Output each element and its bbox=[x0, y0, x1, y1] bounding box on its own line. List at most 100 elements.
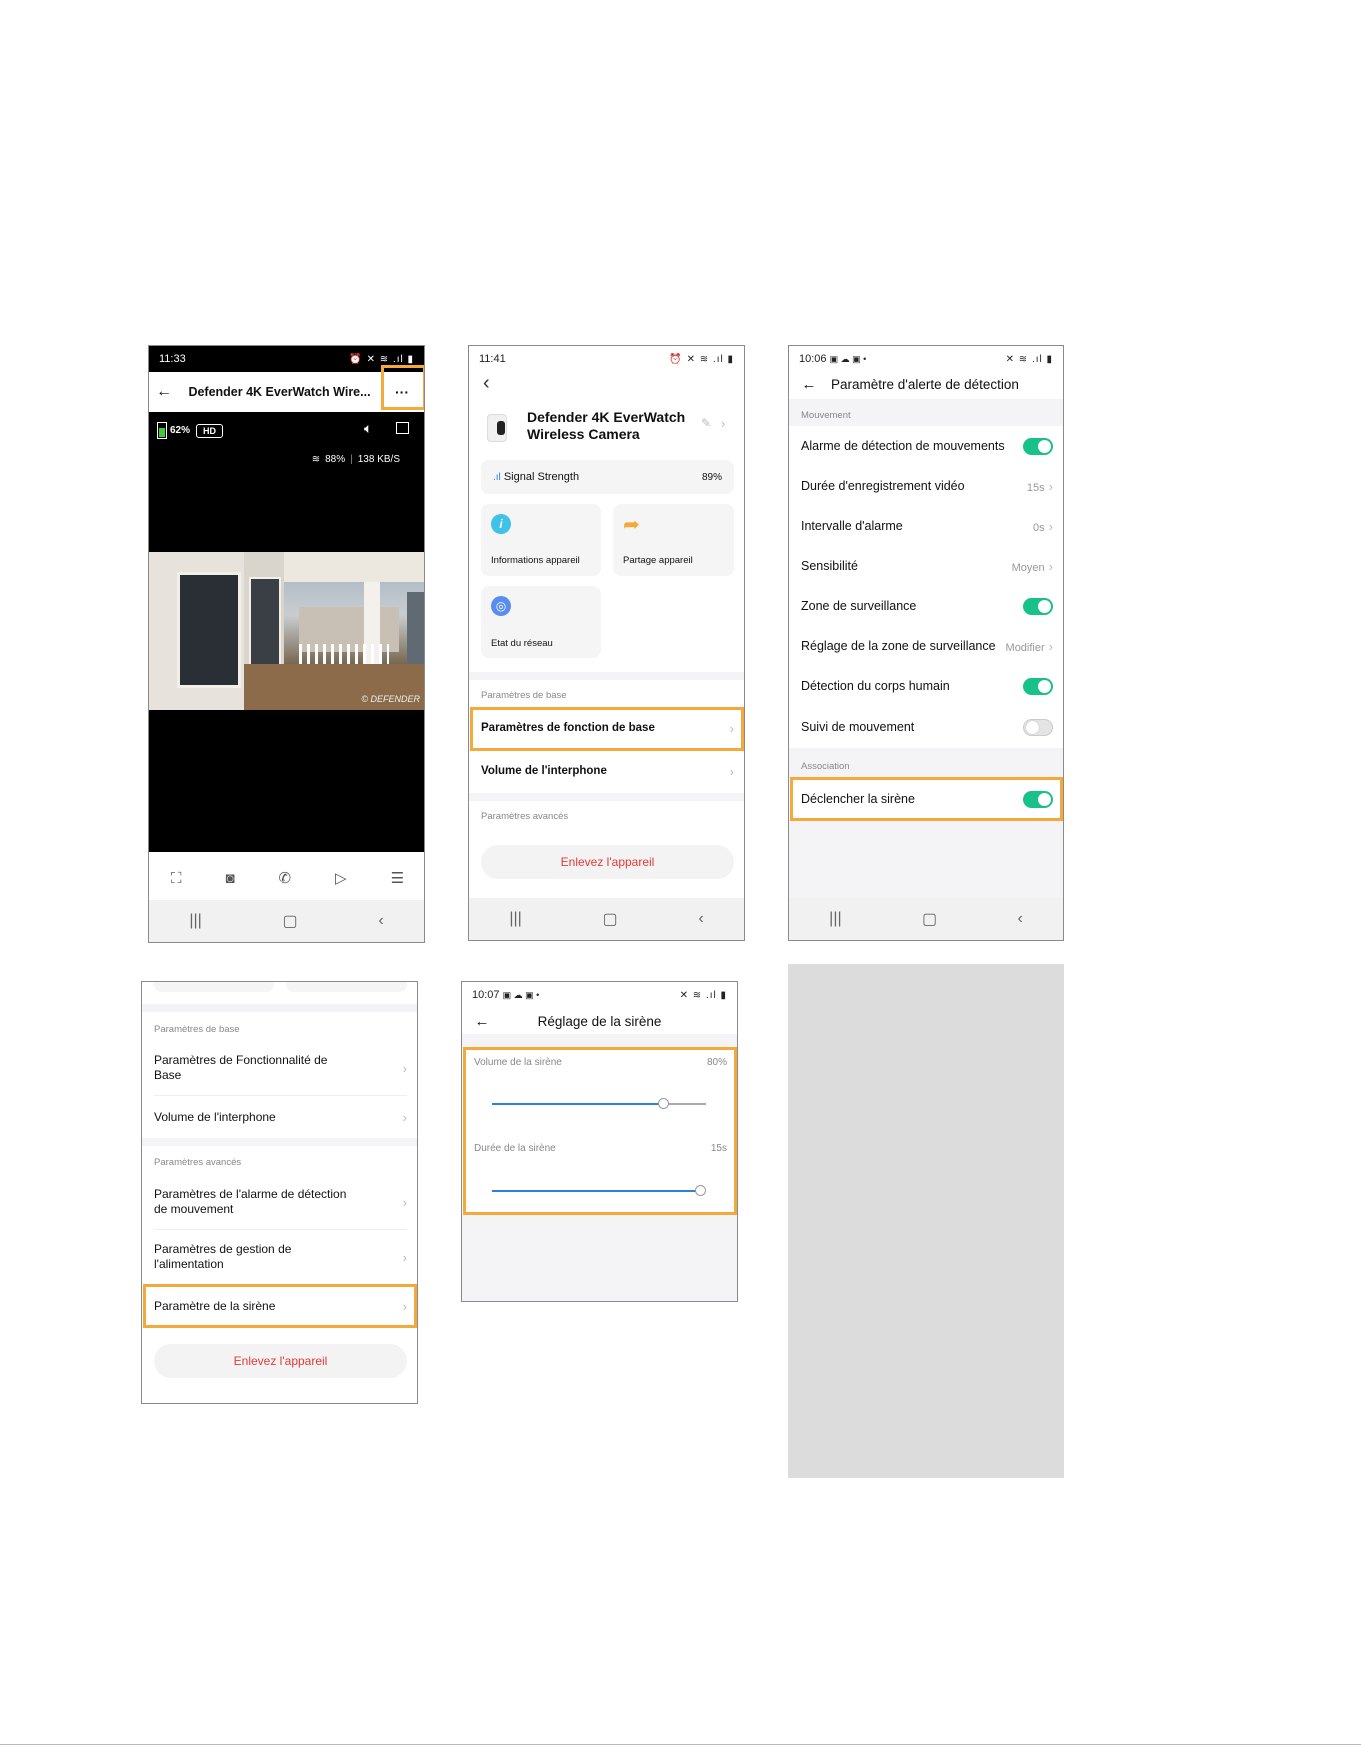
layout-icon[interactable] bbox=[396, 422, 409, 434]
page-bottom-rule bbox=[0, 1744, 1361, 1745]
setting-row[interactable]: Suivi de mouvement bbox=[789, 706, 1063, 748]
status-icons: ⏰ ✕ ≋ .ıl ▮ bbox=[349, 353, 414, 365]
setting-row[interactable]: Intervalle d'alarme 0s › bbox=[789, 506, 1063, 546]
siren-trigger-row[interactable]: Déclencher la sirène bbox=[789, 778, 1063, 820]
page-title: Paramètre d'alerte de détection bbox=[831, 376, 1019, 392]
section-label: Paramètres de base bbox=[154, 1024, 240, 1035]
volume-slider-fill bbox=[492, 1103, 664, 1105]
fullscreen-icon[interactable]: ⛶ bbox=[171, 870, 182, 887]
duration-slider[interactable] bbox=[492, 1185, 706, 1196]
row-label: Détection du corps humain bbox=[801, 679, 950, 693]
row-label: Volume de l'interphone bbox=[154, 1110, 276, 1124]
setting-row[interactable]: Zone de surveillance bbox=[789, 586, 1063, 626]
row-label: Paramètre de la sirène bbox=[154, 1299, 276, 1313]
status-bar: 11:41 ⏰ ✕ ≋ .ıl ▮ bbox=[469, 346, 744, 372]
device-name: Defender 4K EverWatch Wireless Camera bbox=[527, 409, 686, 442]
device-info-card[interactable]: i Informations appareil bbox=[481, 504, 601, 576]
back-arrow-icon[interactable]: ← bbox=[789, 376, 829, 393]
separator: | bbox=[350, 454, 353, 465]
siren-adjust-screen: 10:07 ▣ ☁ ▣ • ✕ ≋ .ıl ▮ ← Réglage de la … bbox=[461, 981, 738, 1302]
snapshot-icon[interactable]: ◙ bbox=[225, 870, 234, 887]
status-bar: 10:07 ▣ ☁ ▣ • ✕ ≋ .ıl ▮ bbox=[462, 982, 737, 1008]
back-arrow-icon[interactable]: ← bbox=[462, 1013, 502, 1030]
toggle-switch[interactable] bbox=[1023, 437, 1053, 455]
watermark: © DEFENDER bbox=[361, 694, 420, 704]
back-icon[interactable]: ‹ bbox=[1017, 910, 1022, 928]
chevron-right-icon: › bbox=[1048, 518, 1053, 534]
intercom-volume-row[interactable]: Volume de l'interphone › bbox=[469, 751, 744, 791]
home-icon[interactable]: ▢ bbox=[922, 909, 937, 929]
status-icons: ✕ ≋ .ıl ▮ bbox=[679, 989, 727, 1001]
setting-row[interactable]: Réglage de la zone de surveillance Modif… bbox=[789, 626, 1063, 666]
card-label: Partage appareil bbox=[623, 555, 693, 566]
share-arrow-icon: ➦ bbox=[623, 514, 640, 536]
status-time: 11:41 bbox=[479, 353, 506, 365]
row-label: Sensibilité bbox=[801, 559, 858, 573]
chevron-right-icon: › bbox=[402, 1249, 407, 1265]
home-icon[interactable]: ▢ bbox=[603, 909, 618, 929]
placeholder-panel bbox=[788, 964, 1064, 1478]
motion-alarm-settings-row[interactable]: Paramètres de l'alarme de détection de m… bbox=[142, 1180, 417, 1224]
row-label: Durée d'enregistrement vidéo bbox=[801, 479, 965, 493]
hd-button[interactable]: HD bbox=[196, 423, 224, 438]
back-chevron-icon[interactable]: ‹ bbox=[483, 372, 490, 395]
detection-alert-screen: 10:06 ▣ ☁ ▣ • ✕ ≋ .ıl ▮ ← Paramètre d'al… bbox=[788, 345, 1064, 941]
app-header: ← Paramètre d'alerte de détection bbox=[789, 372, 1063, 399]
card-label: Informations appareil bbox=[491, 555, 580, 566]
chevron-right-icon: › bbox=[1048, 558, 1053, 574]
speaker-icon[interactable]: 🔈︎ bbox=[364, 420, 372, 437]
power-management-row[interactable]: Paramètres de gestion de l'alimentation … bbox=[142, 1235, 417, 1279]
toggle-switch[interactable] bbox=[1023, 677, 1053, 695]
recent-apps-icon[interactable]: ||| bbox=[509, 910, 521, 928]
page-title: Defender 4K EverWatch Wire... bbox=[188, 385, 371, 399]
section-label: Association bbox=[801, 761, 850, 772]
intercom-volume-row[interactable]: Volume de l'interphone › bbox=[142, 1100, 417, 1134]
setting-row[interactable]: Sensibilité Moyen › bbox=[789, 546, 1063, 586]
row-label: Volume de l'interphone bbox=[481, 765, 607, 777]
setting-row[interactable]: Détection du corps humain bbox=[789, 666, 1063, 706]
status-bar: 11:33 ⏰ ✕ ≋ .ıl ▮ bbox=[149, 346, 424, 372]
card-label: Etat du réseau bbox=[491, 638, 553, 649]
chevron-right-icon: › bbox=[402, 1298, 407, 1314]
back-icon[interactable]: ‹ bbox=[698, 910, 703, 928]
chevron-right-icon: › bbox=[729, 763, 734, 779]
setting-row[interactable]: Durée d'enregistrement vidéo 15s › bbox=[789, 466, 1063, 506]
toggle-switch[interactable] bbox=[1023, 597, 1053, 615]
basic-settings-row[interactable]: Paramètres de Fonctionnalité de Base › bbox=[142, 1046, 417, 1090]
recent-apps-icon[interactable]: ||| bbox=[189, 912, 201, 930]
menu-expand-icon[interactable]: ☰ bbox=[391, 869, 404, 887]
duration-slider-thumb[interactable] bbox=[695, 1185, 706, 1196]
chevron-right-icon: › bbox=[1048, 638, 1053, 654]
network-status-card[interactable]: ◎ Etat du réseau bbox=[481, 586, 601, 658]
row-value: Moyen bbox=[1011, 561, 1045, 574]
back-arrow-icon[interactable]: ← bbox=[149, 383, 179, 401]
setting-row[interactable]: Alarme de détection de mouvements bbox=[789, 426, 1063, 466]
system-nav-bar: ||| ▢ ‹ bbox=[469, 898, 744, 940]
toggle-switch[interactable] bbox=[1023, 718, 1053, 736]
siren-settings-row[interactable]: Paramètre de la sirène › bbox=[142, 1286, 417, 1326]
row-label: Zone de surveillance bbox=[801, 599, 917, 613]
chevron-right-icon: › bbox=[729, 720, 734, 736]
back-icon[interactable]: ‹ bbox=[378, 912, 383, 930]
toggle-switch[interactable] bbox=[1023, 790, 1053, 808]
phone-call-icon[interactable]: ✆ bbox=[279, 869, 292, 887]
more-options-icon[interactable]: ··· bbox=[380, 384, 424, 400]
basic-settings-row[interactable]: Paramètres de fonction de base › bbox=[469, 708, 744, 748]
remove-device-button[interactable]: Enlevez l'appareil bbox=[481, 845, 734, 879]
row-label: Réglage de la zone de surveillance bbox=[801, 639, 996, 653]
row-value: 0s bbox=[1033, 521, 1045, 534]
row-label: Paramètres de gestion de l'alimentation bbox=[154, 1242, 292, 1271]
duration-slider-fill bbox=[492, 1190, 700, 1192]
recent-apps-icon[interactable]: ||| bbox=[829, 910, 841, 928]
record-video-icon[interactable]: ▷ bbox=[335, 869, 347, 887]
signal-label: Signal Strength bbox=[503, 471, 580, 483]
edit-icon[interactable]: ✎ bbox=[701, 416, 711, 430]
volume-slider[interactable] bbox=[492, 1098, 706, 1109]
home-icon[interactable]: ▢ bbox=[283, 911, 298, 931]
status-bar: 10:06 ▣ ☁ ▣ • ✕ ≋ .ıl ▮ bbox=[789, 346, 1063, 372]
wifi-icon: ≋ bbox=[311, 454, 321, 465]
device-share-card[interactable]: ➦ Partage appareil bbox=[613, 504, 734, 576]
volume-slider-thumb[interactable] bbox=[658, 1098, 670, 1109]
duration-label: Durée de la sirène bbox=[474, 1143, 556, 1154]
remove-device-button[interactable]: Enlevez l'appareil bbox=[154, 1344, 407, 1378]
